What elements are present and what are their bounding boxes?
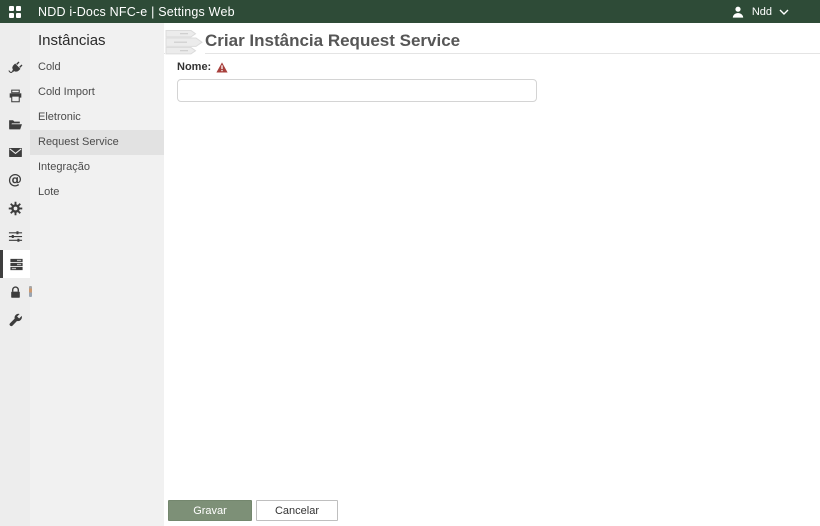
- warning-icon: [216, 61, 228, 72]
- rail-item-plug[interactable]: [0, 54, 30, 82]
- sidebar-heading: Instâncias: [38, 32, 106, 49]
- sidebar-item-cold[interactable]: Cold: [30, 55, 164, 80]
- mail-icon: [8, 147, 22, 157]
- save-button[interactable]: Gravar: [168, 500, 252, 521]
- instances-page-icon: [165, 26, 205, 60]
- clipped-label-artifact: [29, 286, 32, 297]
- rail-item-security[interactable]: [0, 278, 30, 306]
- sidebar-item-eletronic[interactable]: Eletronic: [30, 105, 164, 130]
- sidebar-item-cold-import[interactable]: Cold Import: [30, 80, 164, 105]
- form-actions: Gravar Cancelar: [168, 500, 338, 521]
- apps-grid-icon: [9, 5, 21, 18]
- gear-icon: [8, 201, 22, 215]
- instance-form: Nome:: [177, 60, 537, 102]
- name-label: Nome:: [177, 61, 212, 73]
- page-header: Criar Instância Request Service: [164, 23, 820, 60]
- rail-item-tools[interactable]: [0, 306, 30, 334]
- app-title: NDD i-Docs NFC-e | Settings Web: [38, 4, 235, 19]
- lock-icon: [10, 285, 20, 298]
- topbar: NDD i-Docs NFC-e | Settings Web Ndd: [0, 0, 820, 23]
- rail-item-mail[interactable]: [0, 138, 30, 166]
- sidebar-item-lote[interactable]: Lote: [30, 180, 164, 205]
- rail-item-instances[interactable]: [0, 250, 30, 278]
- instances-icon: [10, 258, 23, 270]
- user-icon: [732, 6, 744, 18]
- user-name: Ndd: [751, 5, 772, 18]
- rail-item-settings[interactable]: [0, 194, 30, 222]
- rail-item-at[interactable]: @: [0, 166, 30, 194]
- chevron-down-icon: [779, 9, 789, 15]
- rail-item-filters[interactable]: [0, 222, 30, 250]
- user-menu[interactable]: Ndd: [731, 5, 820, 19]
- wrench-icon: [9, 313, 22, 326]
- main-content: Criar Instância Request Service Nome: Gr…: [164, 23, 820, 526]
- name-input[interactable]: [177, 79, 537, 102]
- page-title: Criar Instância Request Service: [205, 31, 461, 50]
- rail-item-printer[interactable]: [0, 82, 30, 110]
- plug-icon: [8, 61, 22, 73]
- sidebar-item-integracao[interactable]: Integração: [30, 155, 164, 180]
- app-window: NDD i-Docs NFC-e | Settings Web Ndd @ In…: [0, 0, 820, 526]
- apps-grid-button[interactable]: [0, 0, 30, 23]
- sidebar-instancias: Instâncias Cold Cold Import Eletronic Re…: [30, 23, 164, 526]
- printer-icon: [9, 89, 21, 102]
- folder-open-icon: [8, 119, 22, 129]
- sliders-icon: [8, 230, 22, 242]
- icon-rail: @: [0, 23, 30, 526]
- rail-item-folder[interactable]: [0, 110, 30, 138]
- cancel-button[interactable]: Cancelar: [256, 500, 338, 521]
- sidebar-item-request-service[interactable]: Request Service: [30, 130, 164, 155]
- at-sign-icon: @: [8, 172, 22, 188]
